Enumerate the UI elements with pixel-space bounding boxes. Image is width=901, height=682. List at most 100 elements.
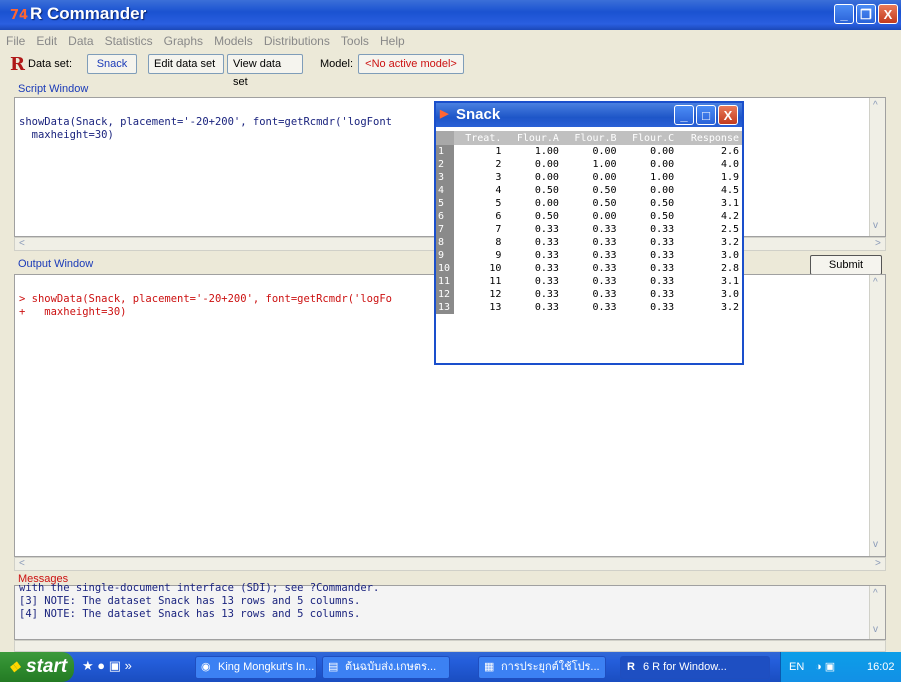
taskbar-item-folder[interactable]: ▤ ต้นฉบับส่ง.เกษตร... [322,656,450,679]
table-cell[interactable]: 0.33 [620,249,678,262]
table-cell[interactable]: 0.33 [562,262,620,275]
maximize-button[interactable]: ❐ [856,4,876,24]
table-cell[interactable]: 1.00 [504,145,562,158]
table-cell[interactable]: 9 [454,249,504,262]
taskbar-item-r[interactable]: R 6 R for Window... [620,656,770,679]
table-cell[interactable]: 0.00 [504,171,562,184]
snack-title-bar[interactable]: ▶ Snack _ □ X [436,103,742,127]
table-cell[interactable]: 1.00 [620,171,678,184]
table-cell[interactable]: 1.00 [562,158,620,171]
table-cell[interactable]: 4 [454,184,504,197]
edit-data-set-button[interactable]: Edit data set [148,54,224,74]
table-cell[interactable]: 0.33 [562,301,620,314]
taskbar-item-browser[interactable]: ◉ King Mongkut's In... [195,656,317,679]
menu-statistics[interactable]: Statistics [105,34,153,48]
messages-horizontal-scrollbar[interactable] [14,640,886,652]
menu-file[interactable]: File [6,34,25,48]
table-row[interactable]: 12 12 0.33 0.33 0.33 3.0 [436,288,742,301]
table-cell[interactable]: 1.9 [677,171,742,184]
table-cell[interactable]: 4.0 [677,158,742,171]
scroll-down-icon[interactable]: v [873,220,878,231]
table-cell[interactable]: 6 [454,210,504,223]
table-row[interactable]: 2 2 0.00 1.00 0.00 4.0 [436,158,742,171]
table-cell[interactable]: 0.33 [620,236,678,249]
table-cell[interactable]: 0.00 [504,158,562,171]
table-cell[interactable]: 0.33 [562,275,620,288]
submit-button[interactable]: Submit [810,255,882,275]
table-row[interactable]: 10 10 0.33 0.33 0.33 2.8 [436,262,742,275]
table-cell[interactable]: 0.50 [620,210,678,223]
table-cell[interactable]: 0.33 [620,262,678,275]
table-row[interactable]: 9 9 0.33 0.33 0.33 3.0 [436,249,742,262]
table-cell[interactable]: 0.33 [620,301,678,314]
table-cell[interactable]: 0.00 [620,158,678,171]
table-row[interactable]: 1 1 1.00 0.00 0.00 2.6 [436,145,742,158]
table-row[interactable]: 13 13 0.33 0.33 0.33 3.2 [436,301,742,314]
table-cell[interactable]: 8 [454,236,504,249]
table-row[interactable]: 3 3 0.00 0.00 1.00 1.9 [436,171,742,184]
table-cell[interactable]: 0.50 [562,184,620,197]
table-cell[interactable]: 2 [454,158,504,171]
table-cell[interactable]: 0.00 [562,210,620,223]
language-indicator[interactable]: EN [789,652,804,682]
table-cell[interactable]: 0.00 [504,197,562,210]
scroll-left-icon[interactable]: < [19,238,25,249]
scroll-up-icon[interactable]: ^ [873,277,878,288]
tray-icons[interactable]: ◑ ▣ [815,652,835,682]
table-cell[interactable]: 0.50 [504,210,562,223]
table-cell[interactable]: 3.0 [677,288,742,301]
table-cell[interactable]: 0.50 [562,197,620,210]
table-cell[interactable]: 2.5 [677,223,742,236]
snack-minimize-button[interactable]: _ [674,105,694,125]
table-cell[interactable]: 3.1 [677,197,742,210]
table-cell[interactable]: 3 [454,171,504,184]
table-cell[interactable]: 3.0 [677,249,742,262]
table-cell[interactable]: 2.8 [677,262,742,275]
table-cell[interactable]: 0.33 [562,236,620,249]
table-cell[interactable]: 0.00 [562,171,620,184]
table-cell[interactable]: 0.33 [620,275,678,288]
scroll-right-icon[interactable]: > [875,238,881,249]
menu-data[interactable]: Data [68,34,93,48]
table-cell[interactable]: 0.33 [504,275,562,288]
minimize-button[interactable]: _ [834,4,854,24]
table-cell[interactable]: 0.50 [504,184,562,197]
table-cell[interactable]: 3.2 [677,301,742,314]
table-cell[interactable]: 1 [454,145,504,158]
scroll-down-icon[interactable]: v [873,539,878,550]
table-cell[interactable]: 3.2 [677,236,742,249]
output-horizontal-scrollbar[interactable]: < > [14,557,886,571]
close-button[interactable]: X [878,4,898,24]
script-vertical-scrollbar[interactable]: ^ v [869,98,885,236]
table-row[interactable]: 4 4 0.50 0.50 0.00 4.5 [436,184,742,197]
menu-models[interactable]: Models [214,34,253,48]
table-cell[interactable]: 10 [454,262,504,275]
table-row[interactable]: 7 7 0.33 0.33 0.33 2.5 [436,223,742,236]
table-row[interactable]: 5 5 0.00 0.50 0.50 3.1 [436,197,742,210]
snack-maximize-button[interactable]: □ [696,105,716,125]
table-cell[interactable]: 5 [454,197,504,210]
quick-launch-icons[interactable]: ★ ● ▣ » [82,658,132,674]
table-row[interactable]: 11 11 0.33 0.33 0.33 3.1 [436,275,742,288]
output-vertical-scrollbar[interactable]: ^ v [869,275,885,556]
menu-help[interactable]: Help [380,34,405,48]
active-model-button[interactable]: <No active model> [358,54,464,74]
messages-vertical-scrollbar[interactable]: ^ v [869,586,885,639]
view-data-set-button[interactable]: View data set [227,54,303,88]
menu-edit[interactable]: Edit [36,34,57,48]
start-button[interactable]: ❖ start [0,652,74,682]
messages-window[interactable]: with the single-document interface (SDI)… [14,582,886,640]
table-cell[interactable]: 0.33 [504,236,562,249]
table-cell[interactable]: 0.00 [562,145,620,158]
menu-tools[interactable]: Tools [341,34,369,48]
menu-distributions[interactable]: Distributions [264,34,330,48]
table-cell[interactable]: 12 [454,288,504,301]
menu-graphs[interactable]: Graphs [164,34,203,48]
table-cell[interactable]: 0.33 [620,223,678,236]
table-row[interactable]: 6 6 0.50 0.00 0.50 4.2 [436,210,742,223]
table-cell[interactable]: 0.33 [562,249,620,262]
table-cell[interactable]: 0.33 [504,288,562,301]
table-cell[interactable]: 11 [454,275,504,288]
table-cell[interactable]: 0.33 [504,249,562,262]
scroll-right-icon[interactable]: > [875,558,881,569]
